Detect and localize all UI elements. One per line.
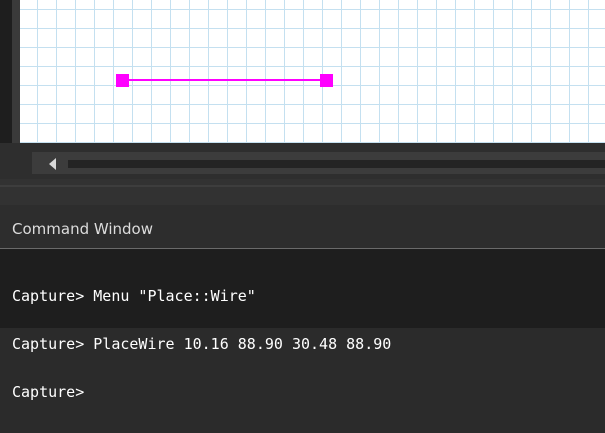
chevron-left-icon[interactable] — [44, 156, 62, 172]
wire-endpoint-end[interactable] — [320, 74, 333, 87]
command-window-header: Command Window — [0, 205, 605, 248]
command-line: Capture> Menu "Place::Wire" — [12, 287, 256, 305]
command-prompt[interactable]: Capture> — [12, 384, 391, 400]
horizontal-scrollbar[interactable] — [0, 143, 605, 179]
command-window-output[interactable]: Capture> Menu "Place::Wire" Capture> Pla… — [0, 249, 605, 400]
wire-endpoint-start[interactable] — [116, 74, 129, 87]
scrollbar-thumb[interactable] — [68, 160, 605, 168]
schematic-canvas[interactable] — [0, 0, 605, 143]
command-output-lines: Capture> Menu "Place::Wire" Capture> Pla… — [12, 256, 391, 432]
command-window-title: Command Window — [12, 220, 154, 238]
command-line: Capture> PlaceWire 10.16 88.90 30.48 88.… — [12, 335, 392, 353]
panel-divider — [0, 179, 605, 205]
divider-line — [0, 185, 605, 187]
wire-layer — [116, 74, 333, 87]
